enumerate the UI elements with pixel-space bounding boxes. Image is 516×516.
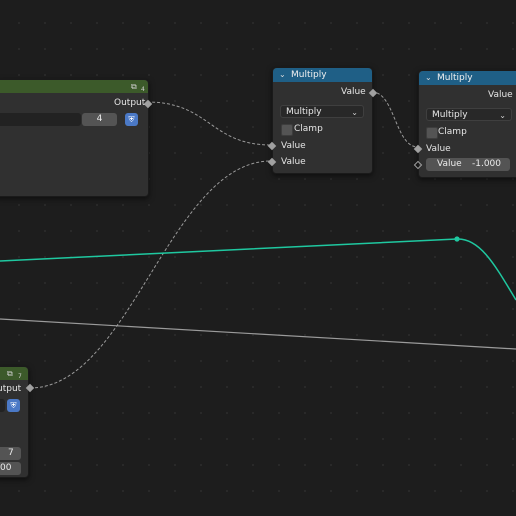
math-node-multiply-1-clamp-checkbox[interactable] (281, 124, 293, 136)
group-node-bottom-field-1-value: 7 (8, 448, 14, 458)
chevron-down-icon: ⌄ (499, 111, 506, 120)
group-node-bottom-field-2-value: 00 (0, 463, 12, 473)
group-node-top-users-value: 4 (96, 114, 103, 124)
group-node-bottom-field-2[interactable]: 00 (0, 462, 21, 475)
fcurve-teal-line[interactable] (0, 238, 516, 301)
group-node-bottom-field-1[interactable]: 7 (0, 447, 21, 460)
node-link-multiply1-to-multiply2[interactable] (371, 91, 419, 148)
math-node-multiply-2-title: Multiply (437, 73, 473, 83)
math-node-multiply-2-clamp-checkbox[interactable] (426, 127, 438, 139)
node-link-output-to-multiply1[interactable] (146, 101, 272, 146)
math-node-multiply-2-operation-value: Multiply (432, 110, 468, 120)
fake-user-shield-icon[interactable]: ⛨ (125, 113, 138, 126)
math-node-multiply-1-output-label: Value (341, 87, 366, 97)
math-node-multiply-1-operation-value: Multiply (286, 107, 322, 117)
fcurve-keyframe-point[interactable] (454, 236, 460, 242)
math-node-multiply-2-clamp-label: Clamp (438, 127, 467, 137)
math-node-multiply-2-output-label: Value (488, 90, 513, 100)
group-node-bottom-header[interactable]: ⧉ 7 (0, 367, 28, 380)
math-node-multiply-2-input2-field-label: Value (437, 159, 462, 169)
group-node-bottom-output-label: utput (0, 384, 22, 394)
math-node-multiply-2-input2-field-value: -1.000 (471, 159, 501, 169)
fcurve-gray-line (0, 318, 516, 350)
group-node-bottom-datablock-field[interactable] (0, 399, 5, 412)
math-node-multiply-1-operation-dropdown[interactable]: Multiply ⌄ (280, 105, 364, 118)
chevron-down-icon[interactable]: ⌄ (425, 71, 433, 85)
group-node-bottom-user-count: 7 (18, 373, 22, 380)
group-node-top-header[interactable]: ⧉ 4 (0, 80, 148, 93)
group-node-top[interactable]: ⧉ 4 Output 4 ⛨ (0, 79, 153, 197)
group-node-top-datablock-field[interactable] (0, 113, 81, 126)
math-node-multiply-1-title: Multiply (291, 70, 327, 80)
group-node-top-user-count: 4 (141, 86, 145, 93)
math-node-multiply-1-input2-label: Value (281, 157, 306, 167)
math-node-multiply-2-header[interactable]: ⌄ Multiply (419, 71, 516, 85)
math-node-multiply-2-input2-field[interactable]: Value -1.000 (426, 158, 510, 171)
group-node-top-output-label: Output (114, 98, 146, 108)
math-node-multiply-1[interactable]: ⌄ Multiply Value Multiply ⌄ Clamp Value V… (267, 67, 378, 174)
math-node-multiply-2-operation-dropdown[interactable]: Multiply ⌄ (426, 108, 512, 121)
math-node-multiply-1-header[interactable]: ⌄ Multiply (273, 68, 372, 82)
math-node-multiply-1-clamp-label: Clamp (294, 124, 323, 134)
math-node-multiply-2[interactable]: ⌄ Multiply Value Multiply ⌄ Clamp Value V… (413, 70, 516, 178)
fake-user-shield-icon[interactable]: ⛨ (7, 399, 20, 412)
math-node-multiply-1-input1-label: Value (281, 141, 306, 151)
chevron-down-icon[interactable]: ⌄ (279, 68, 287, 82)
node-group-datablock-icon: ⧉ (131, 82, 137, 91)
chevron-down-icon: ⌄ (351, 108, 358, 117)
group-node-top-users-field[interactable]: 4 (82, 113, 117, 126)
group-node-bottom[interactable]: ⧉ 7 utput ⛨ 7 00 (0, 366, 29, 478)
node-group-datablock-icon: ⧉ (7, 369, 13, 378)
math-node-multiply-2-input1-label: Value (426, 144, 451, 154)
